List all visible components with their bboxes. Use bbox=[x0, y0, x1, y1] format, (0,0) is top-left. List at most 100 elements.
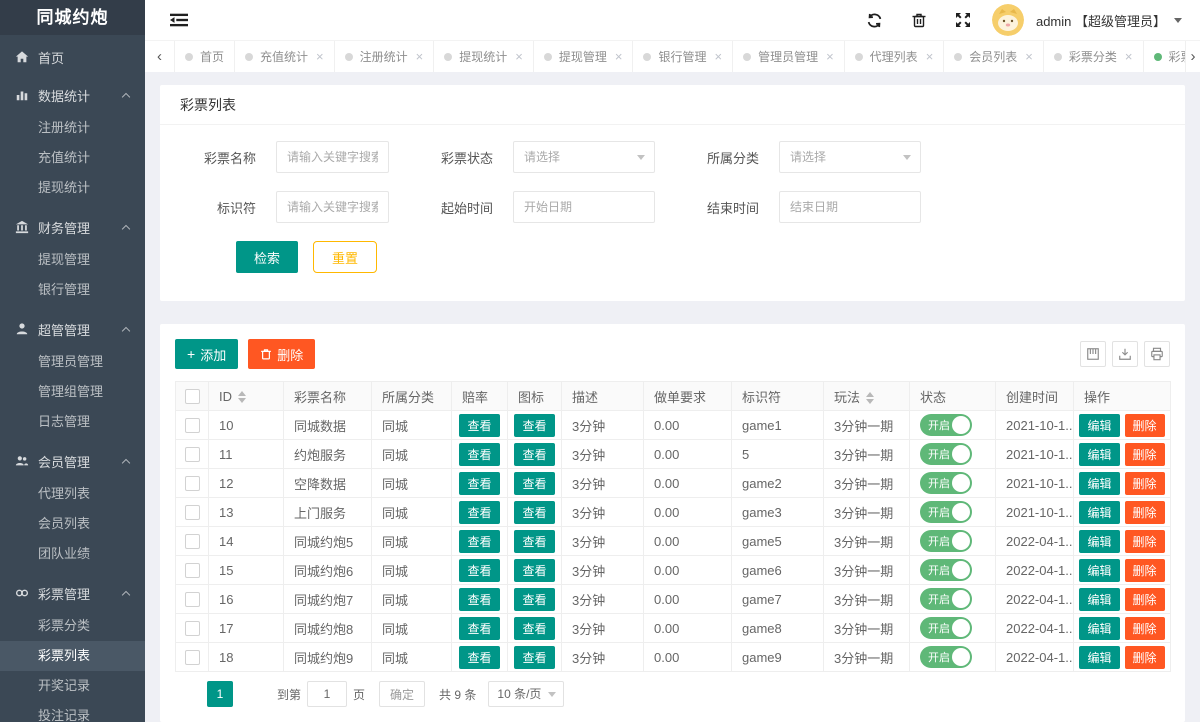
view-odds-button[interactable]: 查看 bbox=[459, 414, 499, 437]
refresh-icon[interactable] bbox=[866, 11, 884, 29]
sidebar-item-log-manage[interactable]: 日志管理 bbox=[0, 407, 145, 437]
status-toggle[interactable]: 开启 bbox=[920, 414, 972, 436]
fullscreen-icon[interactable] bbox=[954, 11, 972, 29]
sidebar-item-lottery-category[interactable]: 彩票分类 bbox=[0, 611, 145, 641]
sidebar-item-member-list[interactable]: 会员列表 bbox=[0, 509, 145, 539]
delete-row-button[interactable]: 删除 bbox=[1125, 617, 1165, 640]
tab-bank-manage[interactable]: 银行管理× bbox=[633, 41, 733, 72]
delete-row-button[interactable]: 删除 bbox=[1125, 501, 1165, 524]
row-checkbox[interactable] bbox=[185, 563, 200, 578]
edit-button[interactable]: 编辑 bbox=[1079, 646, 1119, 669]
tab-member-list[interactable]: 会员列表× bbox=[944, 41, 1044, 72]
sidebar-item-bet-records[interactable]: 投注记录 bbox=[0, 701, 145, 722]
status-toggle[interactable]: 开启 bbox=[920, 559, 972, 581]
view-odds-button[interactable]: 查看 bbox=[459, 530, 499, 553]
tab-home[interactable]: 首页 bbox=[175, 41, 235, 72]
close-icon[interactable]: × bbox=[1025, 50, 1033, 63]
next-page-button[interactable] bbox=[239, 681, 265, 707]
sidebar-section-data-stats[interactable]: 数据统计 bbox=[0, 79, 145, 111]
sort-icon[interactable] bbox=[238, 391, 246, 403]
status-toggle[interactable]: 开启 bbox=[920, 646, 972, 668]
row-checkbox[interactable] bbox=[185, 650, 200, 665]
sidebar-item-home[interactable]: 首页 bbox=[0, 41, 145, 73]
delete-row-button[interactable]: 删除 bbox=[1125, 414, 1165, 437]
row-checkbox[interactable] bbox=[185, 418, 200, 433]
goto-confirm-button[interactable]: 确定 bbox=[379, 681, 425, 707]
edit-button[interactable]: 编辑 bbox=[1079, 530, 1119, 553]
reset-button[interactable]: 重置 bbox=[313, 241, 377, 273]
prev-page-button[interactable] bbox=[175, 681, 201, 707]
sidebar-section-lottery[interactable]: 彩票管理 bbox=[0, 577, 145, 609]
page-1-button[interactable]: 1 bbox=[207, 681, 233, 707]
col-play[interactable]: 玩法 bbox=[824, 382, 910, 411]
lottery-status-select[interactable]: 请选择 bbox=[513, 141, 655, 173]
edit-button[interactable]: 编辑 bbox=[1079, 472, 1119, 495]
tab-agent-list[interactable]: 代理列表× bbox=[845, 41, 945, 72]
row-checkbox[interactable] bbox=[185, 621, 200, 636]
tabs-scroll-left[interactable]: ‹ bbox=[145, 41, 175, 72]
edit-button[interactable]: 编辑 bbox=[1079, 443, 1119, 466]
close-icon[interactable]: × bbox=[714, 50, 722, 63]
tab-withdraw-manage[interactable]: 提现管理× bbox=[534, 41, 634, 72]
sidebar-item-team-performance[interactable]: 团队业绩 bbox=[0, 539, 145, 569]
code-input[interactable] bbox=[276, 191, 389, 223]
end-date-input[interactable] bbox=[779, 191, 921, 223]
view-icon-button[interactable]: 查看 bbox=[514, 646, 554, 669]
edit-button[interactable]: 编辑 bbox=[1079, 414, 1119, 437]
view-icon-button[interactable]: 查看 bbox=[514, 617, 554, 640]
status-toggle[interactable]: 开启 bbox=[920, 617, 972, 639]
per-page-select[interactable]: 10 条/页 bbox=[488, 681, 564, 707]
avatar[interactable] bbox=[992, 4, 1024, 36]
user-menu[interactable]: admin 【超级管理员】 bbox=[1036, 11, 1166, 30]
col-id[interactable]: ID bbox=[209, 382, 284, 411]
search-button[interactable]: 检索 bbox=[236, 241, 298, 273]
edit-button[interactable]: 编辑 bbox=[1079, 559, 1119, 582]
sidebar-item-draw-records[interactable]: 开奖记录 bbox=[0, 671, 145, 701]
sidebar-item-admin-group-manage[interactable]: 管理组管理 bbox=[0, 377, 145, 407]
view-odds-button[interactable]: 查看 bbox=[459, 472, 499, 495]
sidebar-item-admin-manage[interactable]: 管理员管理 bbox=[0, 347, 145, 377]
goto-page-input[interactable] bbox=[307, 681, 347, 707]
edit-button[interactable]: 编辑 bbox=[1079, 501, 1119, 524]
view-icon-button[interactable]: 查看 bbox=[514, 559, 554, 582]
view-odds-button[interactable]: 查看 bbox=[459, 443, 499, 466]
view-odds-button[interactable]: 查看 bbox=[459, 646, 499, 669]
close-icon[interactable]: × bbox=[515, 50, 523, 63]
select-all-checkbox[interactable] bbox=[185, 389, 200, 404]
view-icon-button[interactable]: 查看 bbox=[514, 501, 554, 524]
delete-row-button[interactable]: 删除 bbox=[1125, 588, 1165, 611]
print-icon[interactable] bbox=[1144, 341, 1170, 367]
tab-recharge-stats[interactable]: 充值统计× bbox=[235, 41, 335, 72]
row-checkbox[interactable] bbox=[185, 534, 200, 549]
view-icon-button[interactable]: 查看 bbox=[514, 588, 554, 611]
sidebar-item-agent-list[interactable]: 代理列表 bbox=[0, 479, 145, 509]
tab-lottery-category[interactable]: 彩票分类× bbox=[1044, 41, 1144, 72]
view-icon-button[interactable]: 查看 bbox=[514, 414, 554, 437]
delete-row-button[interactable]: 删除 bbox=[1125, 472, 1165, 495]
row-checkbox[interactable] bbox=[185, 505, 200, 520]
sidebar-section-members[interactable]: 会员管理 bbox=[0, 445, 145, 477]
sidebar-item-register-stats[interactable]: 注册统计 bbox=[0, 113, 145, 143]
row-checkbox[interactable] bbox=[185, 476, 200, 491]
category-select[interactable]: 请选择 bbox=[779, 141, 921, 173]
view-icon-button[interactable]: 查看 bbox=[514, 443, 554, 466]
delete-row-button[interactable]: 删除 bbox=[1125, 443, 1165, 466]
close-icon[interactable]: × bbox=[1125, 50, 1133, 63]
sidebar-section-admin[interactable]: 超管管理 bbox=[0, 313, 145, 345]
sidebar-item-bank-manage[interactable]: 银行管理 bbox=[0, 275, 145, 305]
trash-icon[interactable] bbox=[910, 11, 928, 29]
row-checkbox[interactable] bbox=[185, 592, 200, 607]
sidebar-item-recharge-stats[interactable]: 充值统计 bbox=[0, 143, 145, 173]
close-icon[interactable]: × bbox=[615, 50, 623, 63]
view-odds-button[interactable]: 查看 bbox=[459, 559, 499, 582]
status-toggle[interactable]: 开启 bbox=[920, 501, 972, 523]
row-checkbox[interactable] bbox=[185, 447, 200, 462]
status-toggle[interactable]: 开启 bbox=[920, 443, 972, 465]
view-odds-button[interactable]: 查看 bbox=[459, 588, 499, 611]
collapse-sidebar-icon[interactable] bbox=[170, 11, 188, 29]
edit-button[interactable]: 编辑 bbox=[1079, 617, 1119, 640]
tab-lottery-list[interactable]: 彩票列表× bbox=[1144, 41, 1186, 72]
tab-admin-manage[interactable]: 管理员管理× bbox=[733, 41, 845, 72]
status-toggle[interactable]: 开启 bbox=[920, 588, 972, 610]
lottery-name-input[interactable] bbox=[276, 141, 389, 173]
